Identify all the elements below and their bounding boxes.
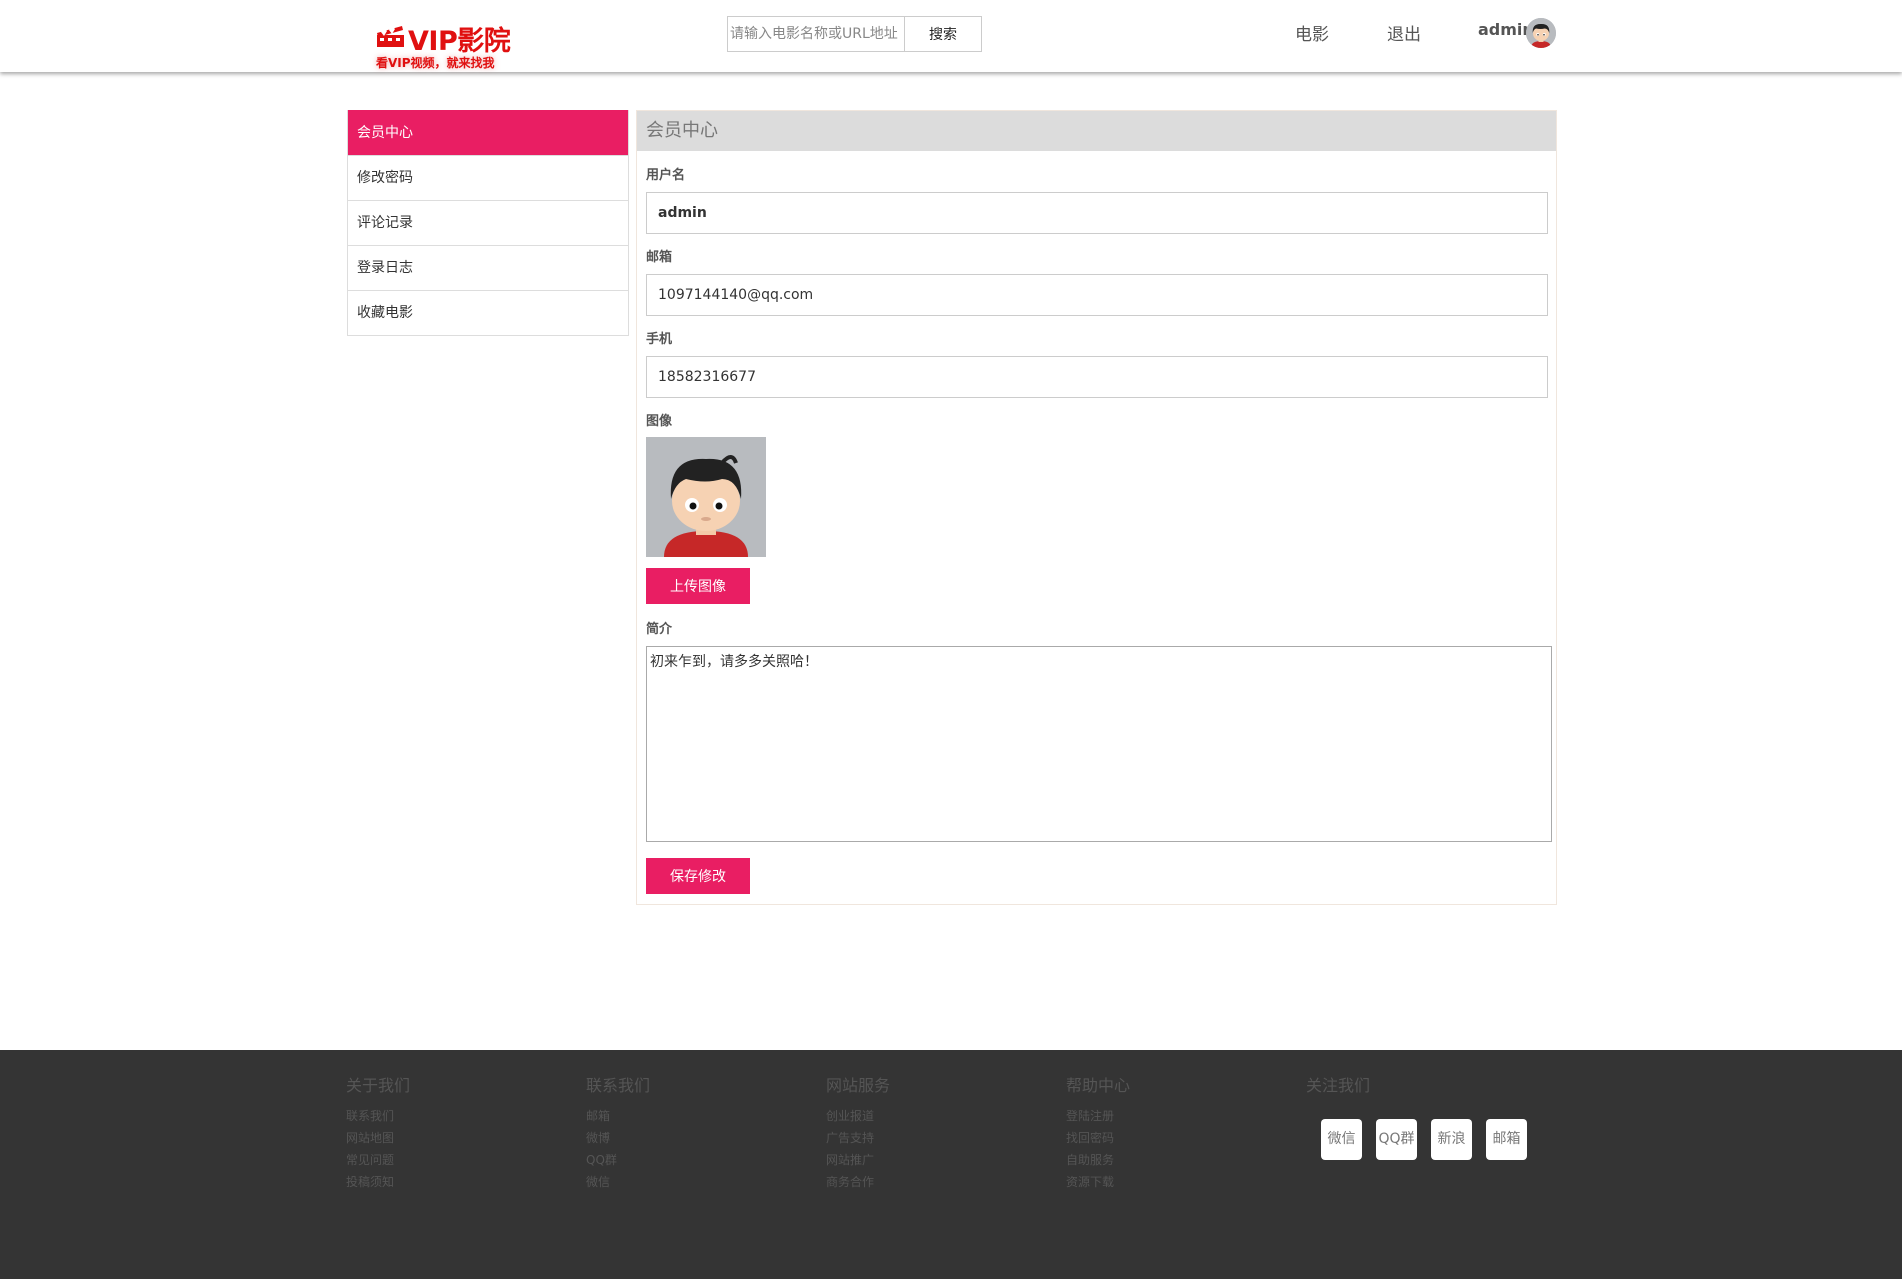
sidebar-item-login-log[interactable]: 登录日志 (348, 245, 628, 290)
sidebar-item-change-password[interactable]: 修改密码 (348, 155, 628, 200)
site-logo[interactable]: VIP影院 看VIP视频，就来找我 (374, 18, 514, 74)
member-center-panel: 会员中心 用户名 邮箱 手机 图像 上传图像 简介 初来乍到，请多多关照哈！ 保… (636, 110, 1557, 905)
logo-title: VIP影院 (408, 26, 511, 57)
footer-link[interactable]: 网站地图 (346, 1127, 410, 1149)
social-sina-button[interactable]: 新浪 (1431, 1119, 1472, 1160)
footer-link[interactable]: 广告支持 (826, 1127, 890, 1149)
social-qq-group-button[interactable]: QQ群 (1376, 1119, 1417, 1160)
email-field[interactable] (646, 274, 1548, 316)
footer-link[interactable]: QQ群 (586, 1149, 650, 1171)
username-field[interactable] (646, 192, 1548, 234)
footer-link[interactable]: 微博 (586, 1127, 650, 1149)
phone-field[interactable] (646, 356, 1548, 398)
footer-column-help: 帮助中心 登陆注册 找回密码 自助服务 资源下载 (1066, 1072, 1130, 1193)
email-field-label: 邮箱 (646, 250, 673, 265)
footer-link[interactable]: 商务合作 (826, 1171, 890, 1193)
bio-field-label: 简介 (646, 622, 673, 637)
footer-link[interactable]: 资源下载 (1066, 1171, 1130, 1193)
avatar-icon[interactable] (1526, 18, 1556, 48)
footer-link[interactable]: 自助服务 (1066, 1149, 1130, 1171)
footer-column-title: 关注我们 (1306, 1076, 1371, 1095)
avatar-image (646, 437, 766, 557)
footer-column-title: 联系我们 (586, 1076, 651, 1095)
top-header: VIP影院 看VIP视频，就来找我 搜索 电影 退出 admin (0, 0, 1902, 72)
upload-avatar-button[interactable]: 上传图像 (646, 568, 750, 604)
footer-column-contact: 联系我们 邮箱 微博 QQ群 微信 (586, 1072, 650, 1193)
panel-title: 会员中心 (637, 111, 1556, 151)
avatar-field-label: 图像 (646, 414, 673, 429)
sidebar-item-comments[interactable]: 评论记录 (348, 200, 628, 245)
footer-link[interactable]: 网站推广 (826, 1149, 890, 1171)
clapperboard-icon (377, 26, 404, 47)
footer-link[interactable]: 常见问题 (346, 1149, 410, 1171)
footer-column-about: 关于我们 联系我们 网站地图 常见问题 投稿须知 (346, 1072, 410, 1193)
bio-textarea[interactable]: 初来乍到，请多多关照哈！ (646, 646, 1552, 842)
footer-column-follow: 关注我们 (1306, 1072, 1370, 1105)
footer-link[interactable]: 微信 (586, 1171, 650, 1193)
save-changes-button[interactable]: 保存修改 (646, 858, 750, 894)
site-footer: 关于我们 联系我们 网站地图 常见问题 投稿须知 联系我们 邮箱 微博 QQ群 … (0, 1050, 1902, 1279)
search-button[interactable]: 搜索 (905, 17, 981, 51)
phone-field-label: 手机 (646, 332, 673, 347)
footer-link[interactable]: 登陆注册 (1066, 1105, 1130, 1127)
logo-subtitle: 看VIP视频，就来找我 (376, 56, 495, 70)
social-wechat-button[interactable]: 微信 (1321, 1119, 1362, 1160)
nav-logout-link[interactable]: 退出 (1387, 20, 1421, 45)
nav-movie-link[interactable]: 电影 (1295, 20, 1329, 45)
username-field-label: 用户名 (646, 168, 686, 183)
footer-link[interactable]: 创业报道 (826, 1105, 890, 1127)
search-box: 搜索 (727, 16, 982, 52)
footer-column-title: 帮助中心 (1066, 1076, 1131, 1095)
sidebar-item-member-center[interactable]: 会员中心 (348, 110, 628, 155)
footer-column-title: 网站服务 (826, 1076, 891, 1095)
footer-link[interactable]: 投稿须知 (346, 1171, 410, 1193)
member-sidebar: 会员中心 修改密码 评论记录 登录日志 收藏电影 (347, 110, 629, 336)
search-input[interactable] (728, 17, 905, 51)
footer-column-title: 关于我们 (346, 1076, 411, 1095)
footer-link[interactable]: 找回密码 (1066, 1127, 1130, 1149)
footer-link[interactable]: 邮箱 (586, 1105, 650, 1127)
sidebar-item-favorites[interactable]: 收藏电影 (348, 290, 628, 335)
footer-column-services: 网站服务 创业报道 广告支持 网站推广 商务合作 (826, 1072, 890, 1193)
footer-link[interactable]: 联系我们 (346, 1105, 410, 1127)
social-email-button[interactable]: 邮箱 (1486, 1119, 1527, 1160)
